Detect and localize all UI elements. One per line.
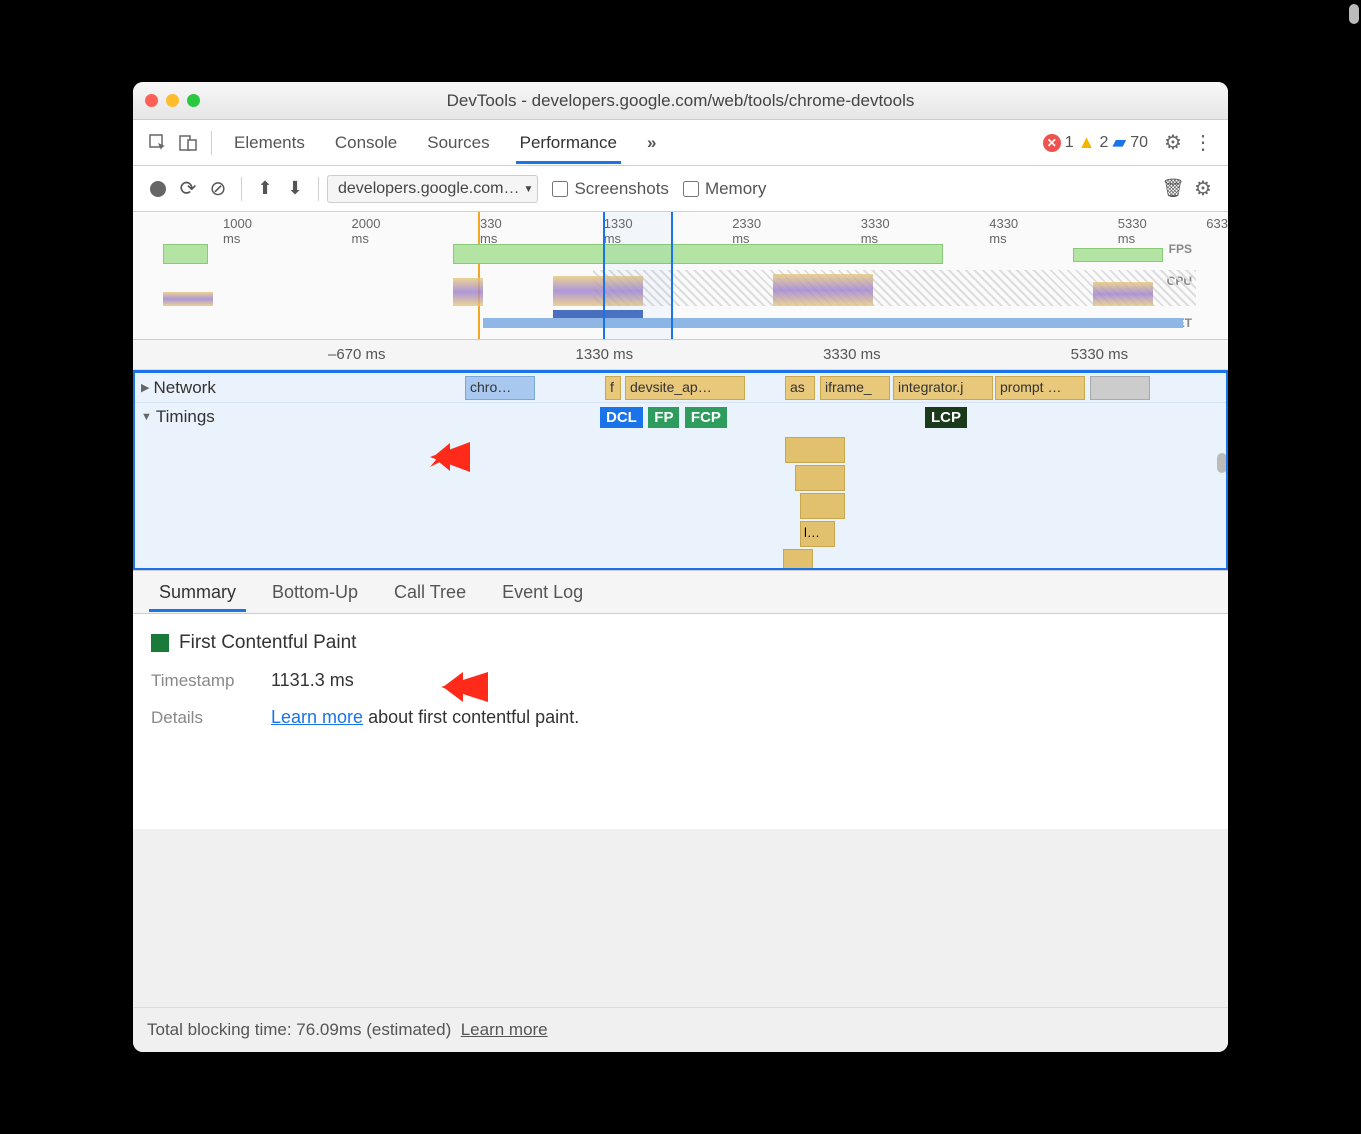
- zoom-window-button[interactable]: [187, 94, 200, 107]
- tab-elements[interactable]: Elements: [230, 123, 309, 163]
- tab-event-log[interactable]: Event Log: [484, 574, 601, 611]
- network-item[interactable]: integrator.j: [893, 376, 993, 400]
- titlebar: DevTools - developers.google.com/web/too…: [133, 82, 1228, 120]
- cpu-lane: CPU: [133, 270, 1196, 306]
- reload-record-button[interactable]: ⟳: [173, 174, 203, 204]
- devtools-window: DevTools - developers.google.com/web/too…: [133, 82, 1228, 1052]
- warning-count: 2: [1099, 134, 1108, 152]
- network-item[interactable]: f: [605, 376, 621, 400]
- record-button[interactable]: [143, 174, 173, 204]
- long-task[interactable]: [800, 493, 845, 519]
- performance-toolbar: ⟳ ⊘ ⬆ ⬇ developers.google.com… Screensho…: [133, 166, 1228, 212]
- details-tabbar: Summary Bottom-Up Call Tree Event Log: [133, 570, 1228, 614]
- learn-more-link[interactable]: Learn more: [271, 707, 363, 727]
- network-item[interactable]: as: [785, 376, 815, 400]
- footer: Total blocking time: 76.09ms (estimated)…: [133, 1007, 1228, 1052]
- capture-settings-gear-icon[interactable]: ⚙: [1188, 174, 1218, 204]
- expand-icon[interactable]: ▶: [141, 381, 149, 394]
- lcp-badge[interactable]: LCP: [925, 407, 967, 428]
- timestamp-value: 1131.3 ms: [271, 670, 354, 691]
- network-item[interactable]: devsite_ap…: [625, 376, 745, 400]
- memory-checkbox[interactable]: Memory: [683, 179, 766, 199]
- empty-area: [133, 829, 1228, 1008]
- screenshots-checkbox[interactable]: Screenshots: [552, 179, 669, 199]
- blocking-time-value: 76.09ms (estimated): [296, 1020, 451, 1039]
- tab-console[interactable]: Console: [331, 123, 401, 163]
- save-profile-icon[interactable]: ⬇: [280, 174, 310, 204]
- network-item[interactable]: iframe_: [820, 376, 890, 400]
- overview-panel[interactable]: 1000 ms2000 ms330 ms1330 ms2330 ms3330 m…: [133, 212, 1228, 340]
- window-title: DevTools - developers.google.com/web/too…: [133, 91, 1228, 111]
- settings-gear-icon[interactable]: ⚙: [1158, 128, 1188, 158]
- tabs-overflow-button[interactable]: »: [643, 123, 660, 163]
- metric-name: First Contentful Paint: [179, 632, 356, 654]
- divider: [211, 131, 212, 155]
- trash-icon[interactable]: 🗑: [1158, 174, 1188, 204]
- inspect-element-icon[interactable]: [143, 128, 173, 158]
- tab-call-tree[interactable]: Call Tree: [376, 574, 484, 611]
- long-task[interactable]: l…: [800, 521, 835, 547]
- network-item[interactable]: prompt …: [995, 376, 1085, 400]
- network-track[interactable]: ▶Network chro… f devsite_ap… as iframe_ …: [135, 373, 1226, 403]
- scrollbar-thumb[interactable]: [1217, 453, 1227, 473]
- tab-performance[interactable]: Performance: [516, 123, 621, 163]
- minimize-window-button[interactable]: [166, 94, 179, 107]
- timings-track[interactable]: ▼Timings DCL FP FCP LCP l…: [135, 403, 1226, 570]
- warning-icon: ▲: [1078, 132, 1096, 153]
- network-item[interactable]: [1090, 376, 1150, 400]
- long-task[interactable]: [783, 549, 813, 570]
- net-lane: NET: [133, 310, 1196, 336]
- error-count: 1: [1065, 134, 1074, 152]
- annotation-arrow-icon: [423, 664, 493, 719]
- tab-sources[interactable]: Sources: [423, 123, 493, 163]
- device-toolbar-icon[interactable]: [173, 128, 203, 158]
- clear-button[interactable]: ⊘: [203, 174, 233, 204]
- network-item[interactable]: chro…: [465, 376, 535, 400]
- metric-title-row: First Contentful Paint: [151, 632, 1210, 654]
- traffic-lights: [145, 94, 200, 107]
- fps-lane: FPS: [133, 240, 1196, 264]
- more-menu-icon[interactable]: ⋮: [1188, 128, 1218, 158]
- timestamp-row: Timestamp 1131.3 ms: [151, 670, 1210, 691]
- main-tabbar: Elements Console Sources Performance » ✕…: [133, 120, 1228, 166]
- recording-select[interactable]: developers.google.com…: [327, 175, 538, 203]
- timeline-ruler[interactable]: –670 ms 1330 ms 3330 ms 5330 ms: [133, 340, 1228, 370]
- dcl-badge[interactable]: DCL: [600, 407, 643, 428]
- error-icon: ✕: [1043, 134, 1061, 152]
- tab-summary[interactable]: Summary: [141, 574, 254, 611]
- long-task[interactable]: [795, 465, 845, 491]
- info-count: 70: [1130, 134, 1148, 152]
- long-task[interactable]: [785, 437, 845, 463]
- footer-learn-more-link[interactable]: Learn more: [461, 1020, 548, 1039]
- metric-swatch: [151, 634, 169, 652]
- close-window-button[interactable]: [145, 94, 158, 107]
- collapse-icon[interactable]: ▼: [141, 411, 152, 423]
- fcp-badge[interactable]: FCP: [685, 407, 727, 428]
- summary-panel: First Contentful Paint Timestamp 1131.3 …: [133, 614, 1228, 829]
- info-icon: ▰: [1112, 132, 1126, 153]
- tab-bottom-up[interactable]: Bottom-Up: [254, 574, 376, 611]
- flame-chart[interactable]: ▶Network chro… f devsite_ap… as iframe_ …: [133, 370, 1228, 570]
- console-badges[interactable]: ✕1 ▲2 ▰70: [1043, 132, 1148, 153]
- fp-badge[interactable]: FP: [648, 407, 679, 428]
- details-row: Details Learn more about first contentfu…: [151, 707, 1210, 728]
- main-tabs: Elements Console Sources Performance »: [230, 123, 660, 163]
- load-profile-icon[interactable]: ⬆: [250, 174, 280, 204]
